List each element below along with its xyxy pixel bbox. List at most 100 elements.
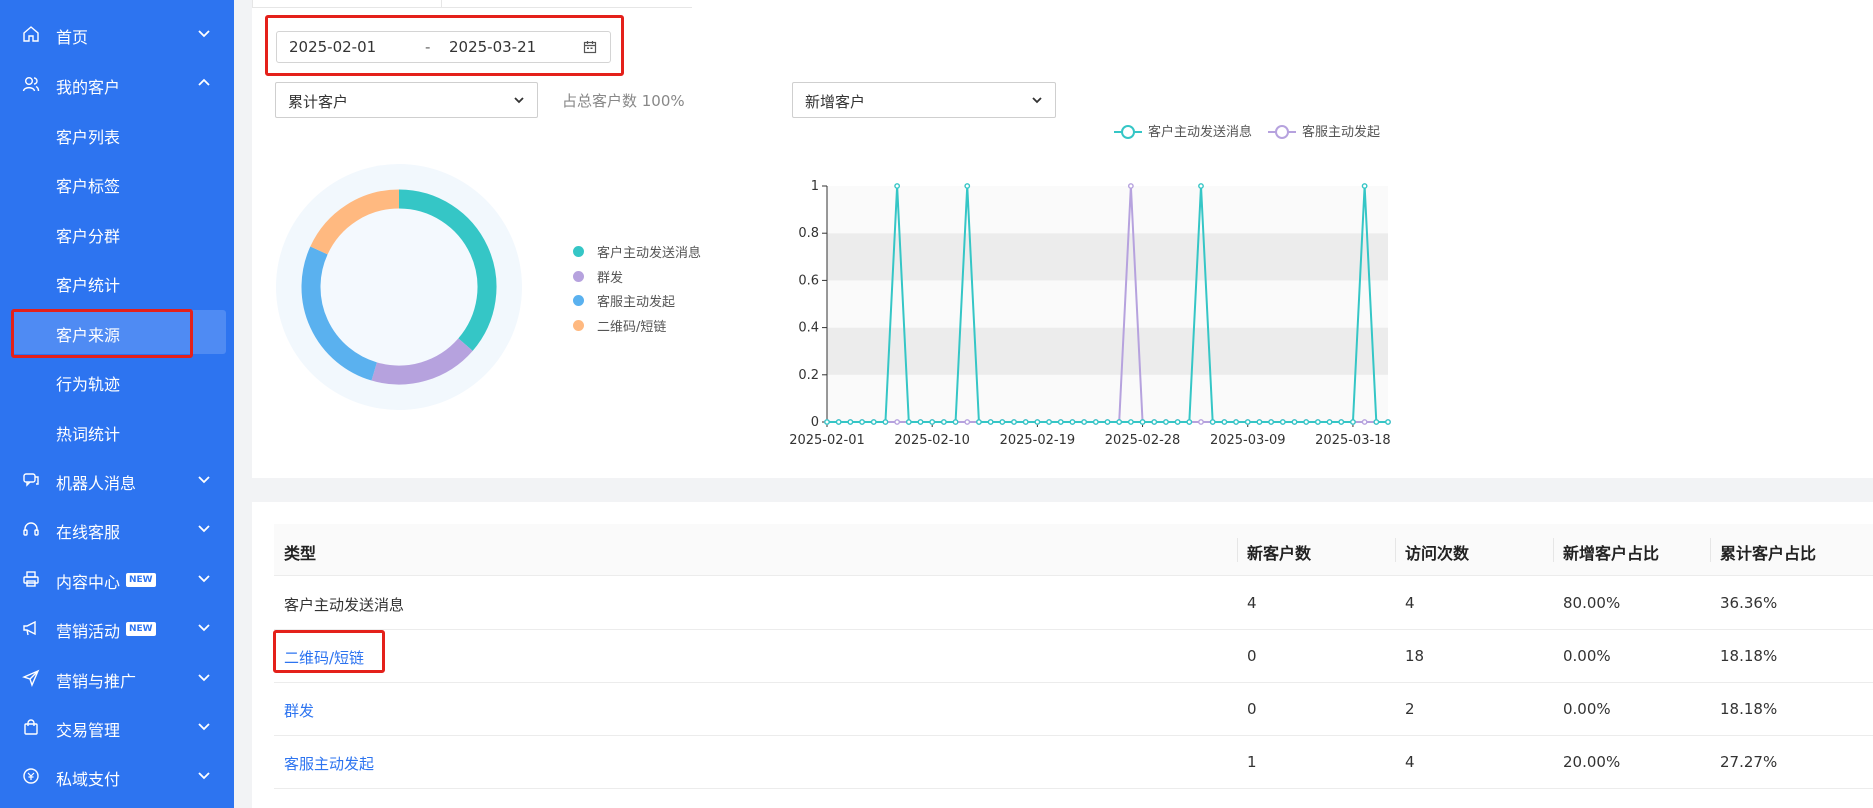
data-point[interactable] [1092, 419, 1099, 425]
data-point[interactable] [1057, 419, 1064, 425]
sidebar-item-private-payment[interactable]: 私域支付 [0, 756, 234, 796]
data-point[interactable] [999, 419, 1006, 425]
data-point[interactable] [940, 419, 947, 425]
sidebar-item-marketing-events[interactable]: 营销活动 NEW [0, 608, 234, 648]
data-point[interactable] [859, 419, 865, 425]
sidebar-item-content-center[interactable]: 内容中心 NEW [0, 559, 234, 599]
data-point[interactable] [964, 419, 971, 425]
cell-new: 0 [1247, 700, 1257, 718]
chevron-up-icon [198, 78, 210, 86]
data-point[interactable] [1244, 419, 1251, 425]
data-point[interactable] [1279, 419, 1286, 425]
select-value: 新增客户 [805, 93, 866, 111]
date-end-input[interactable]: 2025-03-21 [449, 38, 536, 56]
legend-label: 客户主动发送消息 [597, 246, 702, 261]
data-point[interactable] [882, 419, 889, 425]
data-point[interactable] [1151, 419, 1158, 425]
data-point[interactable] [1256, 419, 1263, 425]
data-point[interactable] [1268, 419, 1275, 425]
legend-item[interactable]: 客服主动发起 [573, 291, 675, 310]
data-point[interactable] [1034, 419, 1041, 425]
data-point[interactable] [1198, 183, 1204, 189]
data-point[interactable] [1303, 419, 1310, 425]
data-point[interactable] [1338, 419, 1345, 425]
data-point[interactable] [1209, 419, 1216, 425]
sidebar-item-trade-management[interactable]: 交易管理 [0, 707, 234, 747]
data-point[interactable] [1116, 419, 1123, 425]
data-point[interactable] [1291, 419, 1298, 425]
data-point[interactable] [894, 419, 901, 425]
cumulative-customers-select[interactable]: 累计客户 [275, 82, 538, 118]
sidebar-item-customer-list[interactable]: 客户列表 [0, 114, 234, 154]
sidebar-item-customer-stats[interactable]: 客户统计 [0, 262, 234, 302]
data-point[interactable] [1314, 419, 1321, 425]
data-point[interactable] [952, 419, 959, 425]
legend-item[interactable]: 客服主动发起 [1268, 124, 1380, 140]
legend-item[interactable]: 二维码/短链 [573, 316, 666, 335]
data-point[interactable] [1198, 419, 1204, 425]
data-point[interactable] [894, 183, 901, 189]
data-point[interactable] [1221, 419, 1228, 425]
sidebar-item-my-customers[interactable]: 我的客户 [0, 64, 234, 104]
calendar-icon[interactable] [583, 40, 597, 54]
sidebar-item-label: 热词统计 [56, 425, 121, 444]
date-separator: - [425, 38, 431, 56]
cell-cum-ratio: 18.18% [1720, 700, 1778, 718]
legend-dot [573, 320, 584, 331]
data-point[interactable] [1127, 183, 1134, 189]
data-point[interactable] [1046, 419, 1052, 425]
data-point[interactable] [1350, 419, 1356, 425]
date-start-input[interactable]: 2025-02-01 [289, 38, 376, 56]
data-point[interactable] [824, 419, 830, 425]
legend-item[interactable]: 客户主动发送消息 [573, 242, 701, 261]
data-point[interactable] [1022, 419, 1029, 425]
date-range-picker[interactable]: 2025-02-01 - 2025-03-21 [276, 31, 611, 63]
new-customers-select[interactable]: 新增客户 [792, 82, 1056, 118]
sidebar-item-robot-messages[interactable]: 机器人消息 [0, 460, 234, 500]
sidebar-item-home[interactable]: 首页 [0, 14, 234, 54]
sidebar-item-online-service[interactable]: 在线客服 [0, 509, 234, 549]
data-point[interactable] [1163, 419, 1169, 425]
legend-item[interactable]: 客户主动发送消息 [1114, 124, 1252, 140]
sidebar-item-customer-source[interactable]: 客户来源 [12, 310, 226, 354]
sidebar-item-label: 内容中心 [56, 573, 121, 592]
data-point[interactable] [1011, 419, 1017, 425]
data-point[interactable] [905, 419, 912, 425]
tab-1[interactable] [252, 0, 442, 8]
data-point[interactable] [929, 419, 936, 425]
data-point[interactable] [1081, 419, 1088, 425]
cell-type-link[interactable]: 群发 [284, 700, 314, 721]
robot-chat-icon [22, 471, 40, 489]
sidebar-item-customer-groups[interactable]: 客户分群 [0, 213, 234, 253]
sidebar-item-customer-tags[interactable]: 客户标签 [0, 163, 234, 203]
data-point[interactable] [1361, 183, 1368, 189]
data-point[interactable] [835, 419, 842, 425]
data-point[interactable] [1069, 419, 1076, 425]
data-point[interactable] [1233, 419, 1239, 425]
data-point[interactable] [1104, 419, 1111, 425]
data-point[interactable] [987, 419, 994, 425]
sidebar-item-behavior-track[interactable]: 行为轨迹 [0, 361, 234, 401]
cell-type-link[interactable]: 二维码/短链 [284, 647, 364, 668]
sidebar-item-hotword-stats[interactable]: 热词统计 [0, 411, 234, 451]
data-point[interactable] [1139, 419, 1146, 425]
data-point[interactable] [1127, 419, 1134, 425]
data-point[interactable] [870, 419, 877, 425]
data-point[interactable] [1326, 419, 1333, 425]
data-point[interactable] [976, 419, 982, 425]
legend-dot [573, 271, 584, 282]
x-tick-label: 2025-02-28 [1105, 433, 1181, 448]
data-point[interactable] [1361, 419, 1368, 425]
cell-type-link[interactable]: 客服主动发起 [284, 753, 374, 774]
data-point[interactable] [1186, 419, 1193, 425]
data-point[interactable] [964, 183, 971, 189]
data-point[interactable] [1373, 419, 1380, 425]
legend-item[interactable]: 群发 [573, 267, 623, 286]
sidebar-item-marketing-promotion[interactable]: 营销与推广 [0, 658, 234, 698]
data-point[interactable] [847, 419, 854, 425]
data-point[interactable] [1385, 419, 1391, 425]
x-tick-label: 2025-03-18 [1315, 433, 1391, 448]
data-point[interactable] [1174, 419, 1181, 425]
data-point[interactable] [917, 419, 924, 425]
tab-2[interactable] [442, 0, 692, 8]
